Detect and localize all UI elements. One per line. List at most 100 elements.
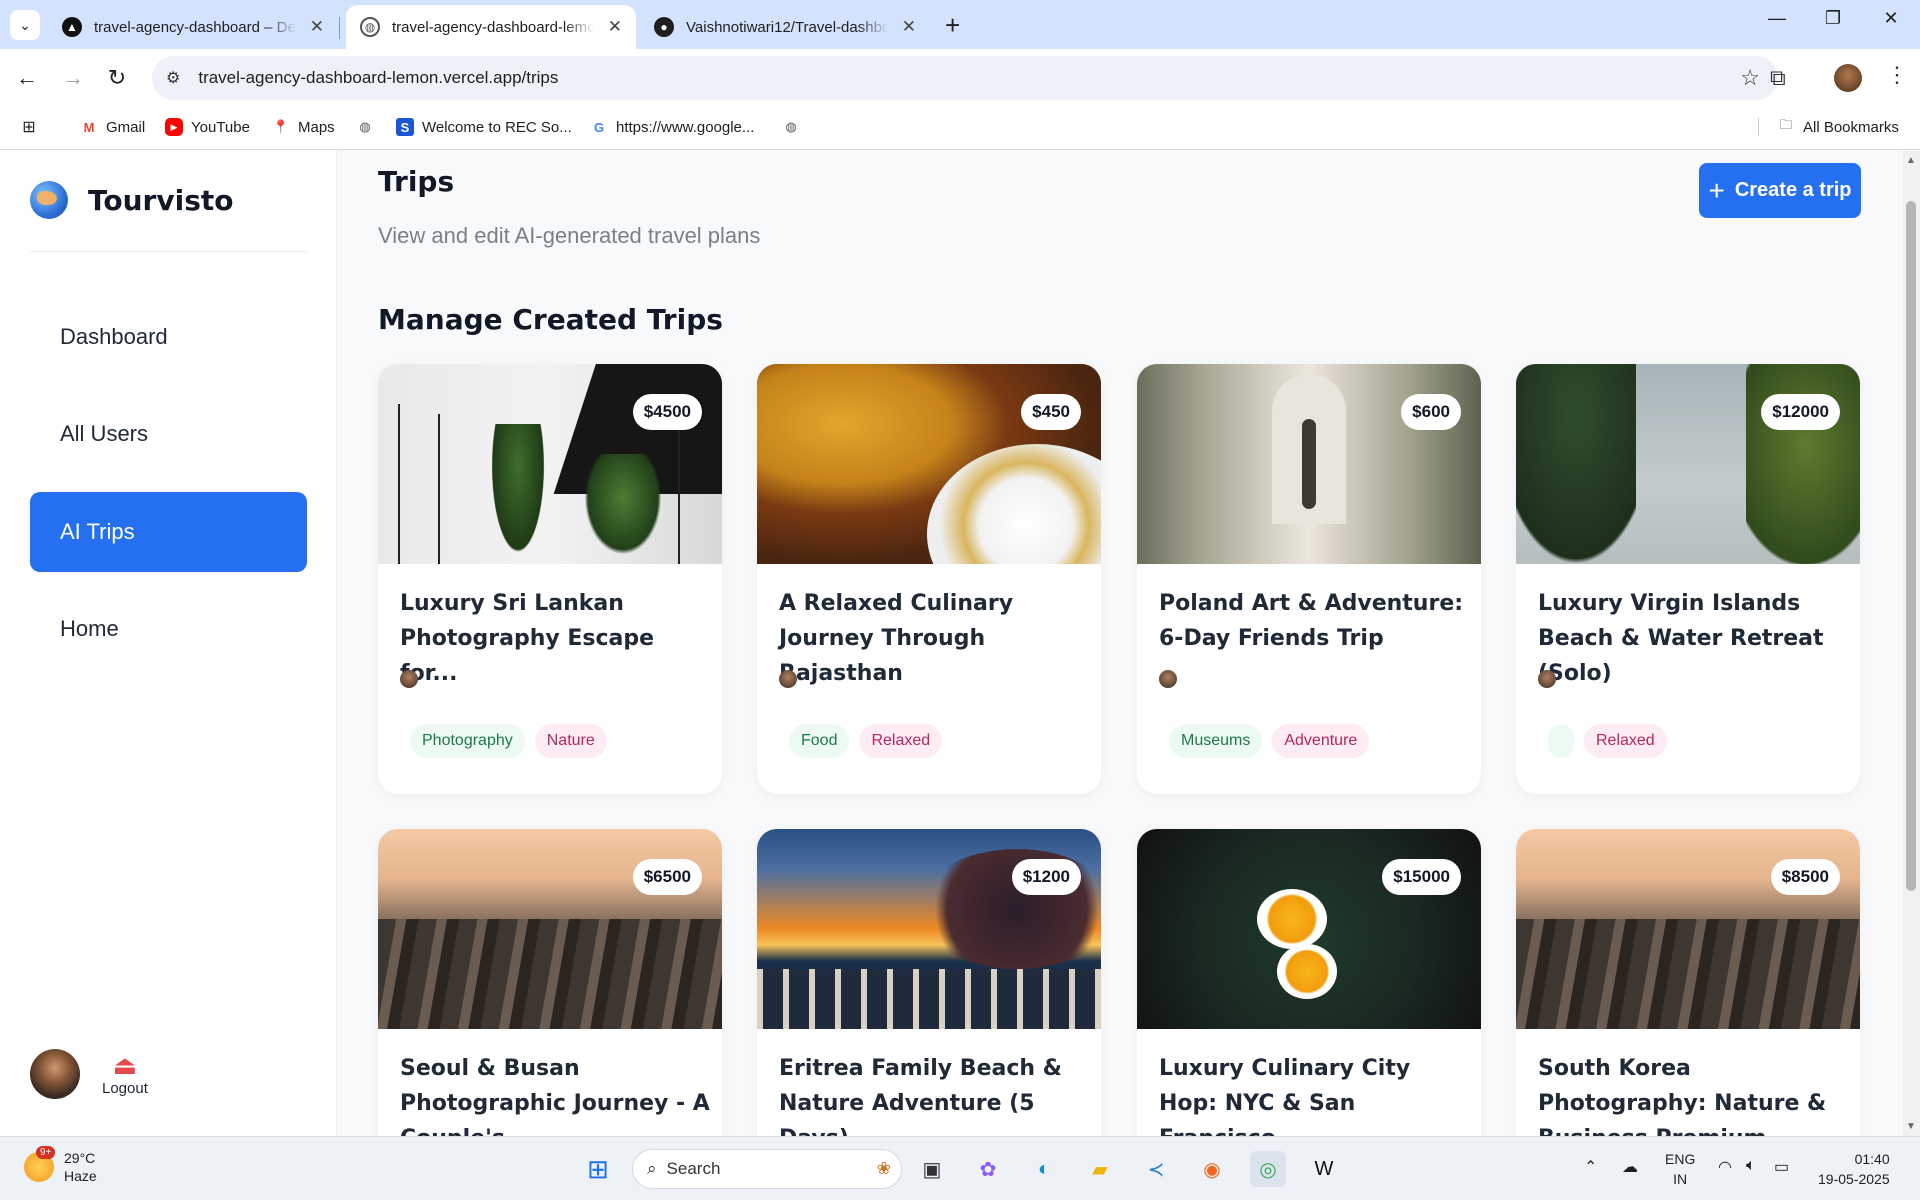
url-text[interactable]: travel-agency-dashboard-lemon.vercel.app… [198,68,558,88]
page-title: Trips [378,165,455,198]
main-content: Trips View and edit AI-generated travel … [338,151,1903,1136]
forward-icon[interactable]: → [58,63,88,93]
copilot-icon[interactable]: ✿ [970,1151,1006,1187]
windows-start-icon[interactable]: ⊞ [580,1151,616,1187]
scroll-down-icon[interactable]: ▼ [1906,1121,1916,1132]
page-subtitle: View and edit AI-generated travel plans [378,223,761,248]
profile-avatar[interactable] [1834,64,1862,92]
page-scrollbar[interactable]: ▲ ▼ [1903,151,1920,1136]
price-badge: $4500 [632,394,702,430]
divider [30,251,307,252]
tab-github-repo[interactable]: ● Vaishnotiwari12/Travel-dashbo ✕ [640,5,930,49]
brand[interactable]: Tourvisto [30,181,234,219]
trip-card[interactable]: $1200 Eritrea Family Beach & Nature Adve… [757,829,1101,1136]
volume-icon[interactable]: 🔈︎ [1746,1157,1756,1175]
user-avatar[interactable] [30,1049,80,1099]
browser-menu-icon[interactable]: ⋮ [1886,62,1908,88]
folder-icon: 🗀 [1779,117,1793,132]
price-badge: $12000 [1761,394,1840,430]
address-bar[interactable]: ⚙ travel-agency-dashboard-lemon.vercel.a… [152,56,1778,100]
scrollbar-thumb[interactable] [1906,201,1916,891]
all-bookmarks[interactable]: 🗀 All Bookmarks [1758,117,1899,136]
battery-icon[interactable]: ▭ [1774,1157,1789,1177]
postman-icon[interactable]: ◉ [1194,1151,1230,1187]
logout-button[interactable]: ⏏ Logout [102,1052,148,1097]
bookmark-star-icon[interactable]: ☆ [1740,65,1760,91]
trip-title: A Relaxed Culinary Journey Through Rajas… [779,591,1014,686]
create-trip-button[interactable]: + Create a trip [1699,163,1861,218]
trip-card[interactable]: $450 A Relaxed Culinary Journey Through … [757,364,1101,794]
task-view-icon[interactable]: ▣ [914,1151,950,1187]
bookmark-globe-2[interactable]: ◍ [782,118,800,136]
new-tab-button[interactable]: + [945,10,960,40]
nav-ai-trips[interactable]: AI Trips [30,492,307,572]
tab-trips-app[interactable]: ◍ travel-agency-dashboard-lemon ✕ [346,5,636,49]
bookmark-youtube[interactable]: ▶ YouTube [165,118,250,136]
trip-card[interactable]: $8500 South Korea Photography: Nature & … [1516,829,1860,1136]
show-hidden-icons[interactable]: ⌃ [1584,1157,1597,1177]
vercel-icon: ▲ [62,17,82,37]
close-tab-icon[interactable]: ✕ [608,17,622,37]
extensions-icon[interactable]: ⧉ [1770,65,1786,91]
site-settings-icon[interactable]: ⚙ [166,68,180,88]
close-tab-icon[interactable]: ✕ [902,17,916,37]
browser-tab-strip: ⌄ ▲ travel-agency-dashboard – Dep ✕ ◍ tr… [0,0,1920,49]
bookmark-maps[interactable]: 📍 Maps [272,118,335,136]
trip-card[interactable]: $15000 Luxury Culinary City Hop: NYC & S… [1137,829,1481,1136]
sidebar-footer: ⏏ Logout [30,1049,148,1099]
plus-icon: + [1708,174,1725,206]
tab-vercel-deployment[interactable]: ▲ travel-agency-dashboard – Dep ✕ [48,5,338,49]
globe-icon: ◍ [785,119,797,134]
close-window-icon[interactable]: ✕ [1876,8,1906,29]
tab-search-button[interactable]: ⌄ [10,10,40,40]
price-badge: $8500 [1770,859,1840,895]
chrome-icon[interactable]: ◎ [1250,1151,1286,1187]
wifi-icon[interactable]: ◠ [1718,1157,1732,1177]
scroll-up-icon[interactable]: ▲ [1906,155,1916,166]
tag-chip: Adventure [1272,724,1370,758]
trip-card[interactable]: $600 Poland Art & Adventure: 6-Day Frien… [1137,364,1481,794]
maps-icon: 📍 [272,119,290,134]
price-badge: $15000 [1382,859,1461,895]
vscode-icon[interactable]: ≺ [1138,1151,1174,1187]
price-badge: $600 [1401,394,1461,430]
search-icon: ⌕ [647,1159,657,1178]
back-icon[interactable]: ← [12,63,42,93]
close-tab-icon[interactable]: ✕ [310,17,324,37]
file-explorer-icon[interactable]: ▰ [1082,1151,1118,1187]
trip-card[interactable]: $6500 Seoul & Busan Photographic Journey… [378,829,722,1136]
price-badge: $1200 [1011,859,1081,895]
tag-chip: Photography [410,724,525,758]
cloud-off-icon[interactable]: ☁ [1622,1157,1638,1177]
bookmark-rec[interactable]: S Welcome to REC So... [396,118,572,136]
trip-card[interactable]: $12000 Luxury Virgin Islands Beach & Wat… [1516,364,1860,794]
apps-grid-icon[interactable]: ⊞ [20,118,38,136]
bookmark-gmail[interactable]: M Gmail [80,118,146,136]
github-icon: ● [654,17,674,37]
edge-icon[interactable]: ◐ [1026,1151,1062,1187]
price-badge: $450 [1021,394,1081,430]
nav-all-users[interactable]: All Users [30,394,307,474]
weather-icon: 9+ [24,1146,56,1182]
bookmark-google[interactable]: G https://www.google... [590,118,754,136]
trip-title: Luxury Sri Lankan Photography Escape for… [400,591,655,686]
nav-dashboard[interactable]: Dashboard [30,297,307,377]
weather-desc: Haze [64,1168,97,1184]
clock[interactable]: 01:40 19-05-2025 [1818,1149,1890,1189]
globe-logo-icon [30,181,68,219]
restore-icon[interactable]: ❐ [1818,8,1848,29]
app-w-icon[interactable]: W [1306,1151,1342,1187]
taskbar-search[interactable]: ⌕ Search ❀ [632,1149,902,1189]
weather-widget[interactable]: 9+ 29°C Haze [24,1146,97,1185]
tag-chip: Food [789,724,850,758]
gmail-icon: M [83,119,95,135]
tag-chip-empty [1548,724,1574,758]
minimize-icon[interactable]: — [1762,8,1792,29]
nav-home[interactable]: Home [30,589,307,669]
language-indicator[interactable]: ENG IN [1665,1149,1695,1189]
bookmark-globe-1[interactable]: ◍ [356,118,374,136]
youtube-icon: ▶ [165,118,183,136]
google-icon: G [593,119,605,135]
reload-icon[interactable]: ↻ [102,63,132,93]
trip-card[interactable]: $4500 Luxury Sri Lankan Photography Esca… [378,364,722,794]
